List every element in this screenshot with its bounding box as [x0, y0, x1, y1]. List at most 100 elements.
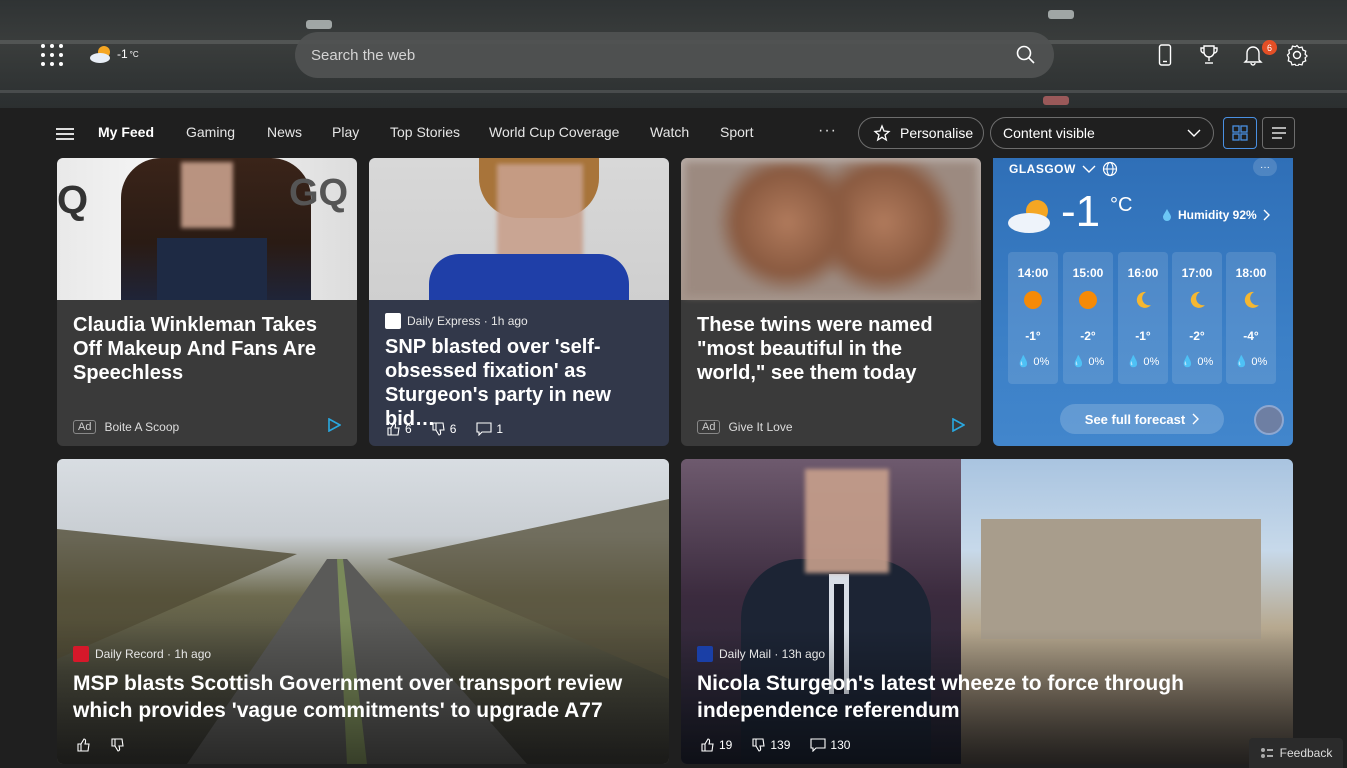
hour-precip-value: 0%: [1251, 356, 1268, 368]
hourly-forecast-item[interactable]: 18:00 -4° 💧 0%: [1226, 252, 1276, 384]
hourly-forecast-item[interactable]: 16:00 -1° 💧 0%: [1118, 252, 1168, 384]
chevron-right-icon: [1192, 413, 1200, 425]
like-button[interactable]: 6: [387, 422, 412, 436]
weather-temp: -1: [1061, 187, 1101, 236]
app-launcher-icon[interactable]: [41, 44, 63, 66]
search-input[interactable]: [311, 46, 1016, 64]
nav-item-gaming[interactable]: Gaming: [186, 124, 235, 140]
hour-precip-value: 0%: [1197, 356, 1214, 368]
ad-source: Give It Love: [728, 420, 793, 434]
rewards-button[interactable]: [1197, 43, 1221, 67]
nav-item-world-cup-coverage[interactable]: World Cup Coverage: [489, 124, 619, 140]
nav-item-sport[interactable]: Sport: [720, 124, 753, 140]
dislike-button[interactable]: 139: [752, 738, 790, 752]
hour-time: 17:00: [1181, 266, 1213, 280]
daily-record-logo-icon: [73, 646, 89, 662]
weather-card[interactable]: GLASGOW ··· -1 °C Humidity 92% 14:00 -1°…: [993, 158, 1293, 446]
weather-location-name: GLASGOW: [1009, 162, 1076, 176]
ad-card-claudia[interactable]: Q GQ Claudia Winkleman Takes Off Makeup …: [57, 158, 357, 446]
partly-cloudy-icon: [90, 46, 110, 63]
hour-time: 16:00: [1127, 266, 1159, 280]
hourly-forecast-item[interactable]: 15:00 -2° 💧 0%: [1063, 252, 1113, 384]
nav-item-top-stories[interactable]: Top Stories: [390, 124, 460, 140]
article-title[interactable]: MSP blasts Scottish Government over tran…: [73, 670, 653, 724]
dislike-button[interactable]: 6: [432, 422, 457, 436]
weather-more-button[interactable]: ···: [1253, 158, 1277, 176]
hour-precip-value: 0%: [1088, 356, 1105, 368]
article-image: Q GQ: [57, 158, 357, 300]
like-count: 6: [405, 422, 412, 436]
article-card-snp[interactable]: Daily Express · 1h ago SNP blasted over …: [369, 158, 669, 446]
weather-location[interactable]: GLASGOW: [1009, 161, 1118, 177]
like-button[interactable]: [77, 738, 91, 752]
comments-button[interactable]: 1: [476, 422, 503, 436]
see-full-forecast-button[interactable]: See full forecast: [1060, 404, 1224, 434]
article-title[interactable]: Claudia Winkleman Takes Off Makeup And F…: [73, 313, 341, 385]
personalise-button[interactable]: Personalise: [858, 117, 984, 149]
grid-view-toggle[interactable]: [1223, 117, 1257, 149]
article-card-nicola[interactable]: Daily Mail · 13h ago Nicola Sturgeon's l…: [681, 459, 1293, 764]
header-weather[interactable]: -1 °C: [89, 44, 139, 64]
list-view-toggle[interactable]: [1262, 117, 1295, 149]
grid-icon: [1232, 125, 1248, 141]
ad-source-row: Ad Give It Love: [697, 420, 793, 434]
chevron-down-icon: [1187, 129, 1201, 137]
feedback-button[interactable]: Feedback: [1249, 738, 1343, 768]
search-bar[interactable]: [295, 32, 1054, 78]
like-count: 19: [719, 738, 733, 752]
search-icon[interactable]: [1016, 45, 1036, 65]
article-image: [369, 158, 669, 300]
dislike-count: 6: [449, 422, 457, 436]
adchoices-play-icon[interactable]: [327, 418, 341, 432]
chevron-down-icon: [1082, 165, 1096, 173]
thumbs-down-icon: [111, 738, 124, 752]
ad-source-row: Ad Boite A Scoop: [73, 420, 179, 434]
banner-road: [0, 90, 1347, 93]
article-title[interactable]: These twins were named "most beautiful i…: [697, 313, 965, 385]
mobile-app-button[interactable]: [1153, 43, 1177, 67]
globe-icon[interactable]: [1102, 161, 1118, 177]
menu-icon[interactable]: [56, 128, 74, 140]
nav-item-play[interactable]: Play: [332, 124, 359, 140]
hour-temp: -4°: [1243, 329, 1259, 343]
banner-car: [1043, 96, 1069, 105]
weather-avatar[interactable]: [1254, 405, 1284, 435]
hourly-forecast-item[interactable]: 14:00 -1° 💧 0%: [1008, 252, 1058, 384]
article-source-row: Daily Mail · 13h ago: [697, 646, 1277, 662]
nav-item-news[interactable]: News: [267, 124, 302, 140]
content-visibility-select[interactable]: Content visible: [990, 117, 1214, 149]
thumbs-up-icon: [387, 422, 400, 436]
hourly-forecast-item[interactable]: 17:00 -2° 💧 0%: [1172, 252, 1222, 384]
like-button[interactable]: 19: [701, 738, 732, 752]
article-title[interactable]: SNP blasted over 'self-obsessed fixation…: [385, 335, 653, 431]
article-source: Daily Record · 1h ago: [95, 647, 212, 661]
comment-count: 130: [830, 738, 851, 752]
hour-precip: 💧 0%: [1016, 356, 1050, 368]
nav-more-button[interactable]: ···: [818, 122, 837, 140]
header-weather-unit: °C: [129, 49, 139, 59]
hour-precip: 💧 0%: [1071, 356, 1105, 368]
hour-precip-value: 0%: [1033, 356, 1050, 368]
humidity-drop-icon: [1163, 209, 1171, 221]
dislike-button[interactable]: [111, 738, 125, 752]
hour-precip: 💧 0%: [1180, 356, 1214, 368]
article-actions: [77, 738, 125, 752]
gear-icon: [1286, 44, 1308, 66]
phone-icon: [1158, 44, 1172, 66]
list-icon: [1271, 127, 1286, 139]
adchoices-play-icon[interactable]: [951, 418, 965, 432]
sparkle-star-icon: [873, 124, 891, 142]
comments-button[interactable]: 130: [810, 738, 850, 752]
ad-card-twins[interactable]: These twins were named "most beautiful i…: [681, 158, 981, 446]
hour-precip: 💧 0%: [1126, 356, 1160, 368]
weather-humidity[interactable]: Humidity 92%: [1161, 208, 1270, 222]
weather-humidity-value: Humidity 92%: [1178, 208, 1257, 222]
chevron-right-icon: [1263, 209, 1270, 221]
nav-item-watch[interactable]: Watch: [650, 124, 689, 140]
personalise-label: Personalise: [900, 125, 974, 141]
nav-item-my-feed[interactable]: My Feed: [98, 124, 154, 140]
see-full-forecast-label: See full forecast: [1084, 411, 1186, 427]
article-title[interactable]: Nicola Sturgeon's latest wheeze to force…: [697, 670, 1277, 724]
settings-button[interactable]: [1285, 43, 1309, 67]
article-card-msp[interactable]: Daily Record · 1h ago MSP blasts Scottis…: [57, 459, 669, 764]
